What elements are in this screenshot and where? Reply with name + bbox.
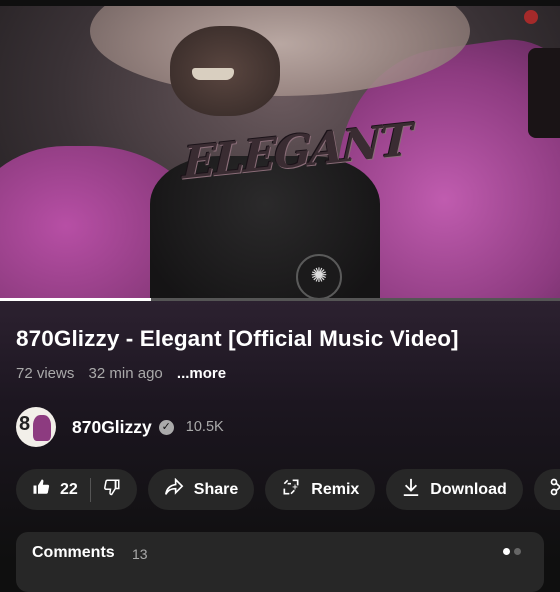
share-button[interactable]: Share bbox=[147, 469, 255, 510]
carousel-dots bbox=[503, 548, 521, 555]
hoodie-patch-icon: ✺ bbox=[296, 254, 342, 298]
more-link[interactable]: ...more bbox=[177, 365, 226, 382]
scissors-icon bbox=[549, 477, 560, 502]
share-arrow-icon bbox=[164, 477, 184, 501]
download-button[interactable]: Download bbox=[386, 469, 523, 510]
remix-icon: + bbox=[281, 477, 301, 502]
like-dislike-button[interactable]: 22 bbox=[16, 469, 137, 510]
remix-label: Remix bbox=[311, 480, 360, 498]
verified-check-icon: ✓ bbox=[158, 419, 174, 435]
download-label: Download bbox=[430, 480, 507, 498]
action-bar: 22 Share + Remix Download bbox=[16, 469, 560, 510]
channel-name[interactable]: 870Glizzy bbox=[72, 417, 152, 438]
comments-label: Comments bbox=[32, 544, 115, 561]
carousel-dot-active bbox=[503, 548, 510, 555]
carousel-dot bbox=[514, 548, 521, 555]
video-frame-edge bbox=[528, 48, 560, 138]
download-icon bbox=[402, 477, 420, 502]
svg-text:+: + bbox=[292, 483, 298, 492]
avatar-figure bbox=[33, 415, 51, 441]
share-label: Share bbox=[193, 480, 239, 498]
clip-button[interactable] bbox=[533, 469, 560, 510]
channel-row[interactable]: 8 870Glizzy ✓ 10.5K bbox=[16, 405, 224, 449]
view-count: 72 views bbox=[16, 365, 75, 382]
remix-button[interactable]: + Remix bbox=[265, 469, 376, 510]
avatar[interactable]: 8 bbox=[16, 407, 56, 447]
thumbs-up-icon[interactable] bbox=[32, 478, 50, 501]
subscriber-count: 10.5K bbox=[185, 419, 224, 435]
thumbs-down-icon[interactable] bbox=[103, 478, 121, 501]
video-frame-teeth bbox=[192, 68, 234, 80]
video-player[interactable]: ELEGANT ✺ bbox=[0, 6, 560, 298]
upload-age: 32 min ago bbox=[88, 365, 163, 382]
like-count: 22 bbox=[60, 480, 78, 498]
video-meta[interactable]: 72 views 32 min ago ...more bbox=[16, 365, 236, 382]
recording-dot-icon bbox=[524, 10, 538, 24]
comments-panel[interactable]: Comments 13 bbox=[16, 532, 544, 592]
avatar-logo-text: 8 bbox=[19, 413, 31, 435]
like-divider bbox=[89, 477, 91, 502]
video-title: 870Glizzy - Elegant [Official Music Vide… bbox=[16, 326, 459, 351]
